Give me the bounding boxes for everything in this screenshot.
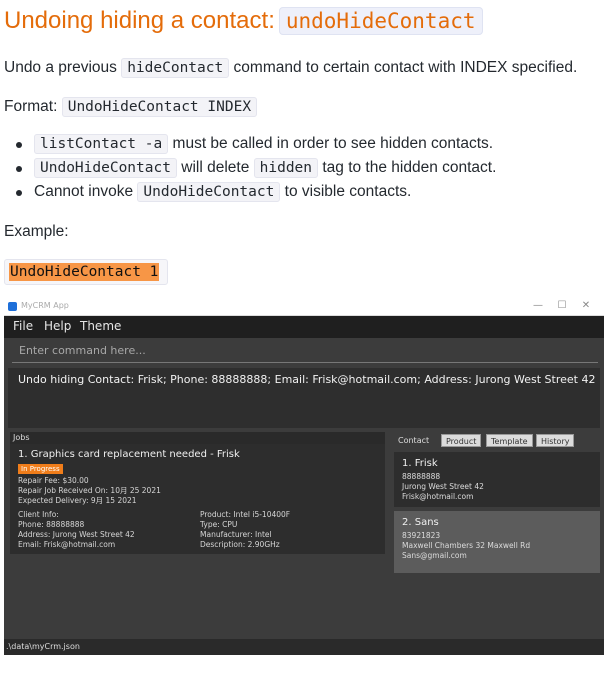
client-label: Client Info: <box>18 510 59 519</box>
example-label: Example: <box>4 223 69 240</box>
note-code: UndoHideContact <box>34 158 177 178</box>
note-text: must be called in order to see hidden co… <box>172 135 494 152</box>
format-paragraph: Format: UndoHideContact INDEX <box>4 95 258 119</box>
side-panel: Contact Product Template History 1. Fris… <box>394 432 600 637</box>
contact-name: 1. Frisk <box>402 458 438 469</box>
close-icon[interactable]: ✕ <box>578 300 594 311</box>
tab-product[interactable]: Product <box>441 434 482 447</box>
job-fee: Repair Fee: $30.00 <box>18 476 89 485</box>
contact-email: Frisk@hotmail.com <box>402 492 474 501</box>
menu-help[interactable]: Help <box>44 319 71 333</box>
client-address: Address: Jurong West Street 42 <box>18 530 135 539</box>
title-bar: MyCRM App — ☐ ✕ <box>4 298 604 316</box>
tab-bar: Contact Product Template History <box>394 432 600 448</box>
app-window: MyCRM App — ☐ ✕ File Help Theme Undo hid… <box>4 298 604 655</box>
example-code-block: UndoHideContact 1 <box>4 259 168 285</box>
command-box <box>12 339 598 363</box>
menu-bar: File Help Theme <box>4 316 604 338</box>
result-display: Undo hiding Contact: Frisk; Phone: 88888… <box>8 368 600 428</box>
jobs-header: Jobs <box>10 432 385 444</box>
list-item: UndoHideContact will delete hidden tag t… <box>14 156 496 180</box>
job-delivery: Expected Delivery: 9月 15 2021 <box>18 496 137 505</box>
note-code: hidden <box>253 158 319 178</box>
status-bar: .\data\myCrm.json <box>4 639 604 655</box>
intro-command-code: hideContact <box>121 58 230 78</box>
client-phone: Phone: 88888888 <box>18 520 85 529</box>
job-title: 1. Graphics card replacement needed - Fr… <box>18 449 240 460</box>
section-heading: Undoing hiding a contact: undoHideContact <box>4 4 483 38</box>
menu-theme[interactable]: Theme <box>80 319 121 333</box>
note-code: UndoHideContact <box>137 182 281 202</box>
jobs-panel: Jobs 1. Graphics card replacement needed… <box>10 432 385 637</box>
maximize-icon[interactable]: ☐ <box>554 300 570 311</box>
status-badge: In Progress <box>18 464 63 474</box>
note-text: will delete <box>181 159 250 176</box>
window-title: MyCRM App <box>21 301 69 310</box>
contact-name: 2. Sans <box>402 517 439 528</box>
command-input[interactable] <box>12 339 598 362</box>
note-code: listContact -a <box>34 134 169 154</box>
tab-history[interactable]: History <box>536 434 575 447</box>
note-text: to visible contacts. <box>284 183 412 200</box>
heading-command-code: undoHideContact <box>278 7 483 35</box>
minimize-icon[interactable]: — <box>530 300 546 311</box>
intro-text-after: command to certain contact with INDEX sp… <box>233 59 578 76</box>
documentation-page: Undoing hiding a contact: undoHideContact… <box>0 0 611 675</box>
note-text: tag to the hidden contact. <box>322 159 497 176</box>
menu-file[interactable]: File <box>13 319 33 333</box>
product-type: Type: CPU <box>200 520 238 529</box>
tab-contact[interactable]: Contact <box>394 434 434 447</box>
client-email: Email: Frisk@hotmail.com <box>18 540 116 549</box>
format-code: UndoHideContact INDEX <box>61 97 258 117</box>
notes-list: listContact -a must be called in order t… <box>14 132 496 204</box>
contact-address: Jurong West Street 42 <box>402 482 484 491</box>
app-icon <box>8 302 17 311</box>
result-text: Undo hiding Contact: Frisk; Phone: 88888… <box>18 373 596 386</box>
contact-address: Maxwell Chambers 32 Maxwell Rd <box>402 541 531 550</box>
job-received: Repair Job Received On: 10月 25 2021 <box>18 486 161 495</box>
example-code: UndoHideContact 1 <box>9 263 160 281</box>
list-item: Cannot invoke UndoHideContact to visible… <box>14 180 496 204</box>
product-manufacturer: Manufacturer: Intel <box>200 530 272 539</box>
contact-card[interactable]: 2. Sans 83921823 Maxwell Chambers 32 Max… <box>394 511 600 573</box>
contact-phone: 88888888 <box>402 472 441 481</box>
format-label: Format: <box>4 98 58 115</box>
intro-text-before: Undo a previous <box>4 59 117 76</box>
note-text: Cannot invoke <box>34 183 134 200</box>
intro-paragraph: Undo a previous hideContact command to c… <box>4 56 577 80</box>
list-item: listContact -a must be called in order t… <box>14 132 496 156</box>
contact-card[interactable]: 1. Frisk 88888888 Jurong West Street 42 … <box>394 452 600 507</box>
product-name: Product: Intel i5-10400F <box>200 510 291 519</box>
contact-email: Sans@gmail.com <box>402 551 467 560</box>
tab-template[interactable]: Template <box>486 434 533 447</box>
job-card[interactable]: 1. Graphics card replacement needed - Fr… <box>10 444 385 554</box>
contact-phone: 83921823 <box>402 531 441 540</box>
product-description: Description: 2.90GHz <box>200 540 280 549</box>
heading-text: Undoing hiding a contact: <box>4 7 275 34</box>
